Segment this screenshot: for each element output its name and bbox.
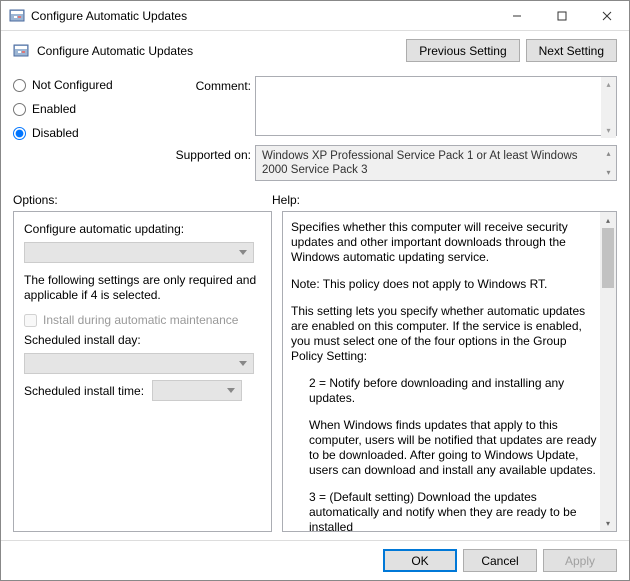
previous-setting-button[interactable]: Previous Setting xyxy=(406,39,519,62)
help-text: Note: This policy does not apply to Wind… xyxy=(291,277,598,292)
radio-enabled[interactable]: Enabled xyxy=(13,102,173,116)
supported-on-text: Windows XP Professional Service Pack 1 o… xyxy=(262,150,578,176)
comment-block: Comment: ▴▾ Supported on: Windows XP Pro… xyxy=(173,76,617,181)
radio-enabled-input[interactable] xyxy=(13,103,26,116)
policy-title: Configure Automatic Updates xyxy=(37,44,400,58)
policy-icon xyxy=(13,43,29,59)
install-maintenance-checkbox-row[interactable]: Install during automatic maintenance xyxy=(24,313,261,327)
help-scrollbar[interactable]: ▴ ▾ xyxy=(600,212,616,531)
sched-day-dropdown[interactable] xyxy=(24,353,254,374)
window-title: Configure Automatic Updates xyxy=(31,9,494,23)
help-text: 2 = Notify before downloading and instal… xyxy=(291,376,598,406)
header: Configure Automatic Updates Previous Set… xyxy=(1,31,629,70)
radio-not-configured-input[interactable] xyxy=(13,79,26,92)
options-panel: Configure automatic updating: The follow… xyxy=(13,211,272,532)
configure-updating-dropdown[interactable] xyxy=(24,242,254,263)
app-icon xyxy=(9,8,25,24)
dialog-window: Configure Automatic Updates Configure Au… xyxy=(0,0,630,581)
radio-enabled-label: Enabled xyxy=(32,102,76,116)
panels: Configure automatic updating: The follow… xyxy=(1,211,629,540)
sched-time-label: Scheduled install time: xyxy=(24,384,144,398)
scroll-thumb[interactable] xyxy=(602,228,614,288)
install-maintenance-checkbox[interactable] xyxy=(24,314,37,327)
supported-scrollbar[interactable]: ▴▾ xyxy=(601,146,616,180)
options-note: The following settings are only required… xyxy=(24,273,261,303)
state-radio-group: Not Configured Enabled Disabled xyxy=(13,76,173,181)
panel-labels: Options: Help: xyxy=(1,185,629,211)
ok-button[interactable]: OK xyxy=(383,549,457,572)
maximize-button[interactable] xyxy=(539,1,584,30)
help-text: Specifies whether this computer will rec… xyxy=(291,220,598,265)
help-panel: Specifies whether this computer will rec… xyxy=(282,211,617,532)
radio-not-configured[interactable]: Not Configured xyxy=(13,78,173,92)
comment-scrollbar[interactable]: ▴▾ xyxy=(601,77,616,138)
help-text: When Windows finds updates that apply to… xyxy=(291,418,598,478)
comment-label: Comment: xyxy=(173,76,251,93)
install-maintenance-label: Install during automatic maintenance xyxy=(43,313,238,327)
radio-not-configured-label: Not Configured xyxy=(32,78,113,92)
footer: OK Cancel Apply xyxy=(1,540,629,580)
scroll-down-icon[interactable]: ▾ xyxy=(600,515,616,531)
next-setting-button[interactable]: Next Setting xyxy=(526,39,617,62)
close-button[interactable] xyxy=(584,1,629,30)
radio-disabled-input[interactable] xyxy=(13,127,26,140)
help-label: Help: xyxy=(272,193,300,207)
scroll-up-icon[interactable]: ▴ xyxy=(600,212,616,228)
window-controls xyxy=(494,1,629,30)
sched-day-label: Scheduled install day: xyxy=(24,333,261,347)
settings-row: Not Configured Enabled Disabled Comment:… xyxy=(1,70,629,185)
help-text: This setting lets you specify whether au… xyxy=(291,304,598,364)
apply-button[interactable]: Apply xyxy=(543,549,617,572)
titlebar: Configure Automatic Updates xyxy=(1,1,629,31)
minimize-button[interactable] xyxy=(494,1,539,30)
configure-updating-label: Configure automatic updating: xyxy=(24,222,261,236)
comment-textarea[interactable] xyxy=(255,76,617,136)
sched-time-dropdown[interactable] xyxy=(152,380,242,401)
radio-disabled[interactable]: Disabled xyxy=(13,126,173,140)
supported-label: Supported on: xyxy=(173,145,251,162)
radio-disabled-label: Disabled xyxy=(32,126,79,140)
supported-on-box: Windows XP Professional Service Pack 1 o… xyxy=(255,145,617,181)
options-label: Options: xyxy=(13,193,272,207)
cancel-button[interactable]: Cancel xyxy=(463,549,537,572)
help-text: 3 = (Default setting) Download the updat… xyxy=(291,490,598,532)
